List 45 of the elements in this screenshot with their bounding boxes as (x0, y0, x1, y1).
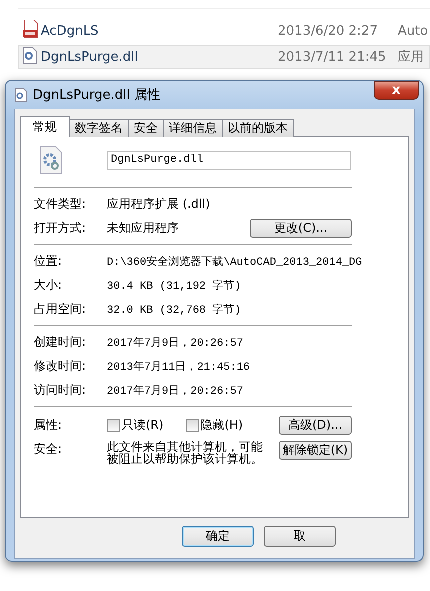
field-value: 未知应用程序 (107, 220, 180, 236)
file-name: AcDgnLS (41, 24, 100, 38)
file-type: Auto (398, 24, 429, 38)
unblock-button[interactable]: 解除锁定(K) (279, 441, 352, 460)
file-date: 2013/6/20 2:27 (278, 24, 379, 38)
field-label: 文件类型: (34, 196, 88, 212)
field-value: 30.4 KB (31,192 字节) (107, 278, 242, 292)
window-title: DgnLsPurge.dll 属性 (33, 87, 162, 104)
tab[interactable]: 常规 (20, 116, 70, 137)
field-label: 创建时间: (34, 334, 88, 350)
file-type: 应用 (398, 49, 425, 66)
file-name-field[interactable]: DgnLsPurge.dll (107, 150, 351, 170)
tab[interactable]: 以前的版本 (222, 119, 294, 137)
field-value: 2013年7月11日，21:45:16 (107, 360, 252, 374)
checkbox-box[interactable] (107, 418, 120, 432)
checkbox[interactable]: 隐藏(H) (186, 416, 244, 434)
dialog-button[interactable]: 确定 (182, 526, 254, 547)
checkbox[interactable]: 只读(R) (107, 416, 164, 434)
tab[interactable]: 详细信息 (163, 119, 223, 137)
tab[interactable]: 数字签名 (69, 119, 129, 137)
field-label: 打开方式: (34, 220, 88, 236)
field-label: 属性: (34, 416, 64, 434)
field-value: 应用程序扩展 (.dll) (107, 196, 212, 212)
field-label: 占用空间: (34, 300, 88, 318)
file-row[interactable]: AcDgnLS 2013/6/20 2:27 Auto (18, 19, 430, 43)
field-value: 32.0 KB (32,768 字节) (107, 302, 242, 316)
field-value: 2017年7月9日，20:26:57 (107, 384, 244, 398)
file-date: 2013/7/11 21:45 (278, 50, 388, 64)
advanced-button[interactable]: 高级(D)... (279, 416, 352, 434)
tab[interactable]: 安全 (128, 119, 164, 137)
dialog-button[interactable]: 取 (264, 526, 336, 547)
field-value: D:\360安全浏览器下载\AutoCAD_2013_2014_DG (107, 254, 362, 268)
field-label: 访问时间: (34, 382, 88, 398)
checkbox-box[interactable] (186, 418, 199, 432)
file-name: DgnLsPurge.dll (41, 50, 140, 64)
field-label: 安全: (34, 441, 64, 458)
field-label: 大小: (34, 276, 64, 294)
file-icon (23, 20, 39, 38)
field-label: 位置: (34, 252, 64, 270)
file-row[interactable]: DgnLsPurge.dll 2013/7/11 21:45 应用 (18, 45, 430, 69)
close-button[interactable]: x (374, 81, 419, 100)
change-button[interactable]: 更改(C)... (250, 218, 352, 238)
field-value: 2017年7月9日，20:26:57 (107, 336, 244, 350)
security-text: 此文件来自其他计算机，可能被阻止以帮助保护该计算机。 (107, 441, 264, 465)
field-label: 修改时间: (34, 358, 88, 374)
